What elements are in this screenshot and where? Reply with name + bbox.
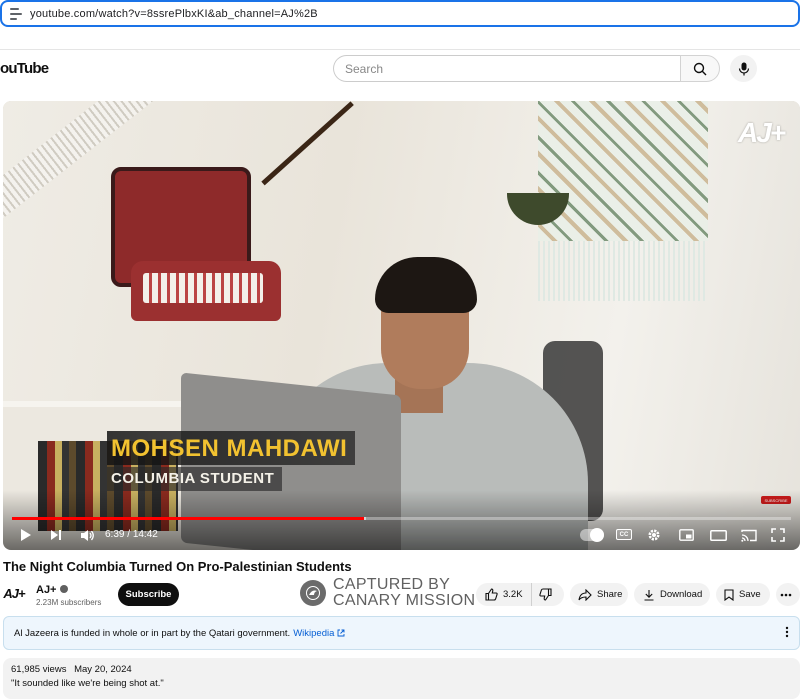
share-label: Share <box>597 589 623 600</box>
canary-mission-stamp: CAPTURED BY CANARY MISSION <box>300 575 475 611</box>
download-button[interactable]: Download <box>634 583 710 606</box>
address-bar[interactable]: youtube.com/watch?v=8ssrePlbxKI&ab_chann… <box>0 0 800 27</box>
youtube-logo[interactable]: ouTube <box>0 60 49 77</box>
subscriber-count: 2.23M subscribers <box>36 598 102 607</box>
like-count: 3.2K <box>503 589 523 600</box>
url-text[interactable]: youtube.com/watch?v=8ssrePlbxKI&ab_chann… <box>30 8 318 20</box>
time-readout: 6:39 / 14:42 <box>105 529 158 540</box>
yt-header: ouTube Search <box>0 49 800 87</box>
channel-name[interactable]: AJ+ <box>36 584 68 596</box>
download-label: Download <box>660 589 703 600</box>
save-label: Save <box>739 589 761 600</box>
miniplayer-icon <box>678 529 694 541</box>
theater-mode-button[interactable] <box>708 527 728 543</box>
video-frame-tapestry <box>538 101 708 241</box>
share-button[interactable]: Share <box>570 583 628 606</box>
upload-date: May 20, 2024 <box>74 664 132 675</box>
search-button[interactable] <box>680 55 720 82</box>
description-meta: 61,985 views May 20, 2024 <box>11 664 792 675</box>
canary-line-1: CAPTURED BY <box>333 576 451 593</box>
video-frame-keys <box>143 273 263 303</box>
mic-icon <box>738 62 749 75</box>
captions-button[interactable]: CC <box>616 529 632 540</box>
thumbs-up-icon <box>485 588 498 601</box>
site-settings-icon[interactable] <box>10 7 22 20</box>
wikipedia-link[interactable]: Wikipedia <box>293 628 334 639</box>
cast-button[interactable] <box>739 527 759 543</box>
progress-bar[interactable] <box>12 517 791 520</box>
dislike-button[interactable] <box>532 583 564 606</box>
save-button[interactable]: Save <box>716 583 770 606</box>
autoplay-toggle-knob <box>590 528 604 542</box>
search-input[interactable]: Search <box>333 55 680 82</box>
miniplayer-button[interactable] <box>677 527 695 543</box>
search-placeholder: Search <box>345 61 384 76</box>
time-separator: / <box>127 529 131 540</box>
canary-bird-icon <box>300 580 326 606</box>
share-icon <box>578 588 592 601</box>
volume-icon <box>80 529 94 541</box>
video-title: The Night Columbia Turned On Pro-Palesti… <box>3 559 352 574</box>
video-frame-fringe <box>538 241 708 301</box>
voice-search-button[interactable] <box>730 55 757 82</box>
funding-info-text: Al Jazeera is funded in whole or in part… <box>14 627 291 639</box>
verified-icon <box>59 585 68 593</box>
theater-icon <box>709 529 727 541</box>
subscribe-button[interactable]: Subscribe <box>118 583 179 606</box>
channel-watermark: AJ+ <box>738 117 786 148</box>
current-time: 6:39 <box>105 529 125 540</box>
skip-next-icon <box>51 530 61 540</box>
fullscreen-icon <box>771 528 785 542</box>
like-dislike-group: 3.2K <box>476 583 564 606</box>
duration: 14:42 <box>132 529 158 540</box>
search-icon <box>693 62 707 75</box>
bookmark-icon <box>724 588 734 601</box>
more-vertical-icon[interactable] <box>785 626 789 638</box>
view-count: 61,985 views <box>11 664 67 675</box>
download-icon <box>644 589 654 601</box>
canary-mission-text: CAPTURED BY CANARY MISSION <box>333 577 475 609</box>
channel-avatar[interactable]: AJ+ <box>3 582 26 604</box>
progress-played <box>12 517 365 520</box>
fullscreen-button[interactable] <box>769 527 787 543</box>
video-player[interactable]: AJ+ MOHSEN MAHDAWI COLUMBIA STUDENT SUBS… <box>3 101 800 550</box>
volume-button[interactable] <box>77 527 97 543</box>
more-horizontal-icon <box>780 593 791 596</box>
lower-third-role: COLUMBIA STUDENT <box>107 467 283 491</box>
play-button[interactable] <box>17 527 35 543</box>
thumbs-down-icon <box>539 588 552 601</box>
lower-third-name: MOHSEN MAHDAWI <box>107 431 356 465</box>
like-button[interactable]: 3.2K <box>476 583 532 606</box>
channel-name-text[interactable]: AJ+ <box>36 584 57 596</box>
play-icon <box>21 529 31 541</box>
funding-info-panel: Al Jazeera is funded in whole or in part… <box>3 616 800 650</box>
more-actions-button[interactable] <box>776 583 800 606</box>
cast-icon <box>741 529 757 542</box>
canary-line-2: CANARY MISSION <box>333 592 476 609</box>
external-link-icon[interactable] <box>337 629 345 637</box>
autoplay-toggle[interactable] <box>580 528 604 542</box>
description-snippet: "It sounded like we're being shot at." <box>11 678 164 689</box>
description-box[interactable]: 61,985 views May 20, 2024 "It sounded li… <box>3 658 800 699</box>
settings-button[interactable] <box>645 527 663 543</box>
next-button[interactable] <box>47 527 65 543</box>
gear-icon <box>648 529 660 541</box>
